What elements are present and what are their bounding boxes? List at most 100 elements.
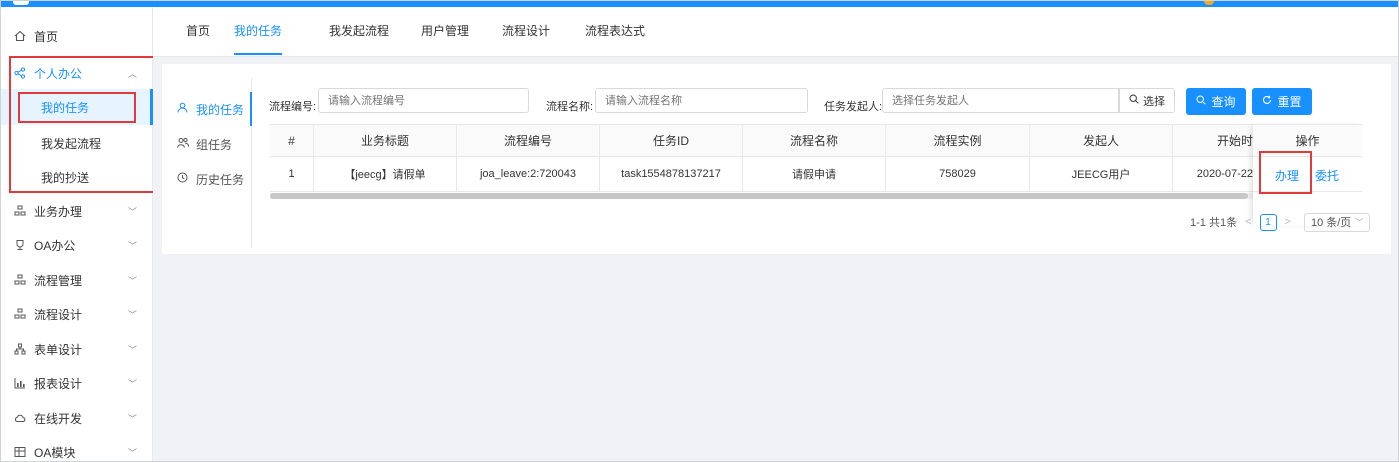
- tab-process-design[interactable]: 流程设计: [502, 7, 550, 55]
- vtab-history-tasks[interactable]: 历史任务: [162, 162, 252, 196]
- sidebar-subitem-my-cc[interactable]: 我的抄送: [1, 159, 153, 195]
- search-icon: [1129, 94, 1139, 107]
- sidebar-item-label: 首页: [34, 29, 59, 44]
- table-header: # 业务标题 流程编号 任务ID 流程名称 流程实例 发起人 开始时: [270, 124, 1362, 157]
- row-initiator: JEECG用户: [1030, 157, 1173, 191]
- chevron-down-icon: ﹀: [127, 207, 137, 217]
- tab-my-tasks[interactable]: 我的任务: [234, 7, 283, 55]
- sidebar-item-personal-office[interactable]: 个人办公 ︿: [1, 56, 153, 90]
- select-initiator-button[interactable]: 选择: [1119, 88, 1175, 113]
- initiator-label: 任务发起人:: [824, 101, 883, 113]
- sidebar-item-process-mgmt[interactable]: 流程管理 ﹀: [1, 263, 153, 297]
- chevron-down-icon: ﹀: [127, 379, 137, 389]
- clock-icon: [177, 172, 190, 186]
- sidebar-item-oa-module[interactable]: OA模块 ﹀: [1, 435, 153, 461]
- pagination: 1-1 共1条 < 1 > 10 条/页 ﹀: [1190, 212, 1371, 232]
- vtab-group-tasks[interactable]: 组任务: [162, 127, 252, 161]
- avatar[interactable]: [1204, 1, 1214, 5]
- tab-process-expression[interactable]: 流程表达式: [585, 7, 645, 55]
- sidebar-item-business[interactable]: 业务办理 ﹀: [1, 194, 153, 228]
- sidebar-item-home[interactable]: 首页: [1, 19, 153, 53]
- reset-button-label: 重置: [1277, 95, 1302, 109]
- cloud-icon: [13, 411, 27, 425]
- table-scrollbar[interactable]: [270, 193, 1362, 199]
- vtab-my-tasks[interactable]: 我的任务: [162, 92, 252, 126]
- chevron-right-icon[interactable]: >: [1285, 216, 1291, 228]
- action-cell: 办理 委托: [1253, 157, 1362, 192]
- page-number[interactable]: 1: [1259, 213, 1277, 231]
- tab-bar: 首页 我的任务 我发起流程 用户管理 流程设计 流程表达式: [153, 7, 1398, 57]
- logo-icon: [13, 1, 29, 5]
- tab-user-mgmt[interactable]: 用户管理: [421, 7, 469, 55]
- select-button-label: 选择: [1143, 95, 1165, 108]
- column-header: 流程实例: [886, 125, 1030, 156]
- tab-my-started[interactable]: 我发起流程: [329, 7, 389, 55]
- trophy-icon: [13, 238, 27, 252]
- process-name-input[interactable]: [595, 88, 808, 113]
- share-icon: [13, 66, 27, 80]
- sidebar-item-form-design[interactable]: 表单设计 ﹀: [1, 332, 153, 366]
- query-button[interactable]: 查询: [1186, 88, 1246, 115]
- column-header: 流程编号: [457, 125, 600, 156]
- reset-button[interactable]: 重置: [1252, 88, 1312, 115]
- sidebar-item-report-design[interactable]: 报表设计 ﹀: [1, 366, 153, 400]
- process-name-label: 流程名称:: [546, 101, 594, 113]
- row-instance: 758029: [886, 157, 1030, 191]
- sidebar-item-label: 流程设计: [34, 307, 83, 322]
- search-icon: [1196, 95, 1207, 108]
- home-icon: [13, 29, 27, 43]
- tab-home[interactable]: 首页: [186, 7, 210, 55]
- column-header: 任务ID: [600, 125, 743, 156]
- row-task-id: task1554878137217: [600, 157, 743, 191]
- sidebar-item-label: 我发起流程: [41, 136, 102, 151]
- sidebar-item-process-design[interactable]: 流程设计 ﹀: [1, 297, 153, 331]
- query-button-label: 查询: [1211, 95, 1236, 109]
- grid-icon: [13, 307, 27, 321]
- chevron-down-icon: ﹀: [127, 241, 137, 251]
- initiator-input[interactable]: [882, 88, 1119, 113]
- bar-chart-icon: [13, 376, 27, 390]
- chevron-left-icon[interactable]: <: [1245, 216, 1251, 228]
- sidebar-item-label: 表单设计: [34, 342, 83, 357]
- grid-icon: [13, 204, 27, 218]
- table-icon: [13, 445, 27, 459]
- chevron-down-icon: ﹀: [127, 345, 137, 355]
- page-size-select[interactable]: 10 条/页 ﹀: [1303, 212, 1371, 232]
- chevron-down-icon: ﹀: [127, 310, 137, 320]
- app-window: 首页 个人办公 ︿ 我的任务 我发起流程 我的抄送 业务办理 ﹀ OA办公 ﹀ …: [0, 0, 1399, 462]
- handle-link[interactable]: 办理: [1275, 167, 1299, 184]
- vtab-label: 组任务: [196, 137, 233, 152]
- reload-icon: [1262, 95, 1272, 108]
- main-area: 首页 我的任务 我发起流程 用户管理 流程设计 流程表达式 我的任务 组任务 历…: [153, 7, 1398, 461]
- chevron-down-icon: ﹀: [127, 276, 137, 286]
- sidebar-subitem-my-tasks[interactable]: 我的任务: [1, 89, 153, 125]
- process-no-label: 流程编号:: [269, 101, 317, 113]
- sidebar-item-online-dev[interactable]: 在线开发 ﹀: [1, 401, 153, 435]
- vtab-label: 历史任务: [196, 172, 245, 187]
- table-row[interactable]: 1 【jeecg】请假单 joa_leave:2:720043 task1554…: [270, 157, 1362, 192]
- delegate-link[interactable]: 委托: [1315, 167, 1339, 184]
- scrollbar-thumb[interactable]: [270, 193, 1248, 199]
- row-title: 【jeecg】请假单: [314, 157, 457, 191]
- chevron-down-icon: ﹀: [127, 414, 137, 424]
- action-column: 操作 办理 委托: [1253, 124, 1362, 226]
- column-header: 业务标题: [314, 125, 457, 156]
- chevron-up-icon: ︿: [127, 69, 137, 79]
- sidebar-item-label: 流程管理: [34, 273, 83, 288]
- sidebar-item-label: OA办公: [34, 238, 76, 253]
- chevron-down-icon: ﹀: [1355, 217, 1364, 227]
- sidebar-subitem-my-started[interactable]: 我发起流程: [1, 125, 153, 161]
- pagination-summary: 1-1 共1条: [1190, 217, 1238, 229]
- sidebar-item-label: 我的任务: [41, 100, 90, 115]
- process-no-input[interactable]: [318, 88, 529, 113]
- column-header: 发起人: [1030, 125, 1173, 156]
- user-icon: [177, 102, 190, 116]
- row-index: 1: [270, 157, 314, 191]
- page-size-label: 10 条/页: [1310, 217, 1352, 229]
- sidebar-item-label: 业务办理: [34, 204, 83, 219]
- chevron-down-icon: ﹀: [127, 448, 137, 458]
- sidebar-item-oa[interactable]: OA办公 ﹀: [1, 228, 153, 262]
- cluster-icon: [13, 342, 27, 356]
- column-header: 操作: [1253, 124, 1362, 157]
- column-header: 开始时: [1216, 134, 1253, 148]
